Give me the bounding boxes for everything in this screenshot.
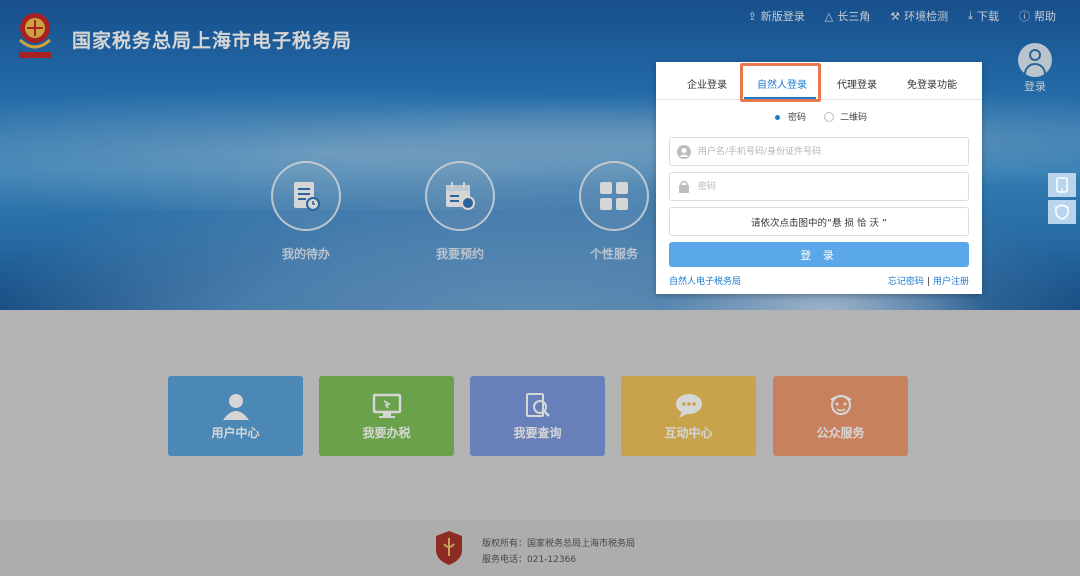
help-icon: ⓘ bbox=[1019, 10, 1030, 23]
register-link[interactable]: 用户注册 bbox=[933, 277, 969, 287]
download-icon: ⤓ bbox=[968, 9, 973, 22]
username-input[interactable] bbox=[698, 138, 958, 165]
side-mobile-button[interactable] bbox=[1048, 173, 1076, 197]
login-panel: 企业登录 自然人登录 代理登录 免登录功能 密码 二维码 用户名/手机号码/身份… bbox=[656, 62, 982, 294]
tab-enterprise-login[interactable]: 企业登录 bbox=[687, 76, 727, 91]
forgot-password-link[interactable]: 忘记密码 bbox=[888, 277, 924, 287]
calendar-icon bbox=[446, 182, 475, 210]
nav-yangtze-delta[interactable]: △ 长三角 bbox=[825, 8, 870, 24]
footer-copyright: 版权所有：国家税务总局上海市税务局 bbox=[482, 539, 636, 549]
mobile-icon bbox=[1056, 177, 1068, 193]
nav-download[interactable]: ⤓ 下载 bbox=[968, 8, 999, 24]
monitor-icon bbox=[372, 393, 401, 418]
footer: 版权所有：国家税务总局上海市税务局 服务电话：021-12366 bbox=[0, 520, 1080, 576]
tile-interaction-center[interactable]: 互动中心 bbox=[621, 376, 756, 456]
highlight-box bbox=[740, 63, 821, 102]
lock-icon bbox=[670, 180, 698, 193]
site-title: 国家税务总局上海市电子税务局 bbox=[72, 30, 353, 52]
nav-env-check[interactable]: ⚒ 环境检测 bbox=[890, 8, 948, 24]
wrench-icon: ⚒ bbox=[890, 9, 901, 23]
login-avatar-icon[interactable] bbox=[1018, 43, 1052, 77]
login-method-radios: 密码 二维码 bbox=[772, 110, 867, 123]
tab-agent-login[interactable]: 代理登录 bbox=[837, 76, 877, 91]
tab-login-free[interactable]: 免登录功能 bbox=[907, 76, 957, 91]
top-nav: ⇪ 新版登录 △ 长三角 ⚒ 环境检测 ⤓ 下载 ⓘ 帮助 bbox=[748, 8, 1056, 24]
login-link[interactable]: 登录 bbox=[1024, 78, 1046, 94]
natural-person-tax-bureau-link[interactable]: 自然人电子税务局 bbox=[669, 274, 741, 287]
upload-icon: ⇪ bbox=[747, 9, 757, 23]
chat-icon bbox=[675, 393, 702, 418]
user-icon bbox=[222, 393, 249, 420]
side-shield-button[interactable] bbox=[1048, 200, 1076, 224]
radio-qrcode[interactable]: 二维码 bbox=[824, 110, 867, 123]
nav-new-login[interactable]: ⇪ 新版登录 bbox=[748, 8, 805, 24]
tile-query[interactable]: 我要查询 bbox=[470, 376, 605, 456]
triangle-icon: △ bbox=[824, 9, 834, 23]
tile-public-service[interactable]: 公众服务 bbox=[773, 376, 908, 456]
tax-emblem-logo bbox=[18, 13, 52, 58]
todo-icon bbox=[294, 182, 320, 211]
password-field bbox=[669, 172, 969, 201]
link-separator: | bbox=[926, 277, 930, 287]
side-widgets bbox=[1048, 173, 1076, 227]
user-circle-icon bbox=[670, 144, 698, 159]
search-doc-icon bbox=[525, 392, 550, 417]
tile-tax-handling[interactable]: 我要办税 bbox=[319, 376, 454, 456]
public-service-icon bbox=[829, 394, 852, 415]
shield-icon bbox=[1055, 204, 1069, 220]
grid-icon bbox=[600, 182, 628, 210]
nav-help[interactable]: ⓘ 帮助 bbox=[1019, 8, 1056, 24]
login-submit-button[interactable]: 登 录 bbox=[669, 242, 969, 267]
radio-password[interactable]: 密码 bbox=[772, 110, 806, 123]
footer-phone: 服务电话：021-12366 bbox=[482, 555, 577, 565]
tax-badge-logo bbox=[436, 531, 462, 565]
captcha-button[interactable]: 请依次点击图中的“悬 损 恰 沃 ” bbox=[669, 207, 969, 236]
quick-link-personal-service[interactable]: 个性服务 bbox=[578, 161, 650, 262]
quick-link-todo[interactable]: 我的待办 bbox=[270, 161, 342, 262]
password-input[interactable] bbox=[698, 173, 958, 200]
username-field bbox=[669, 137, 969, 166]
quick-link-appointment[interactable]: 我要预约 bbox=[424, 161, 496, 262]
tile-user-center[interactable]: 用户中心 bbox=[168, 376, 303, 456]
